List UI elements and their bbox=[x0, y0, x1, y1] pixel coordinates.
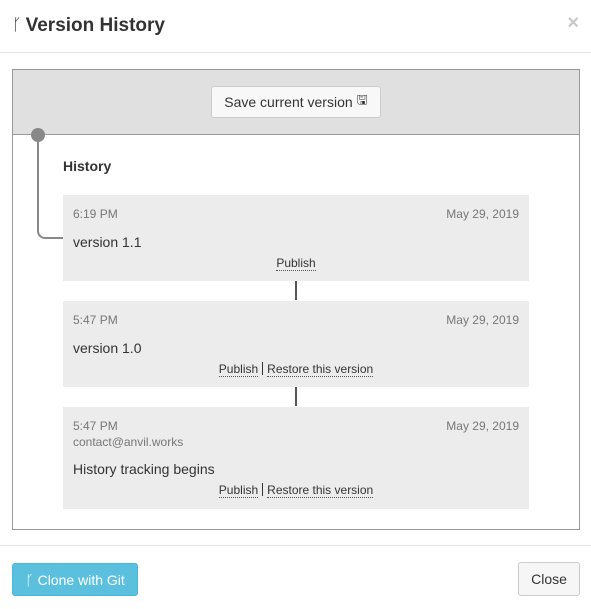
restore-version-link[interactable]: Restore this version bbox=[267, 483, 374, 498]
floppy-disk-icon: 🖫 bbox=[356, 92, 368, 107]
version-date: May 29, 2019 bbox=[446, 419, 519, 433]
close-button[interactable]: Close bbox=[518, 562, 580, 596]
git-branch-icon: ᚴ bbox=[25, 571, 34, 588]
restore-version-link[interactable]: Restore this version bbox=[267, 362, 374, 377]
version-time: 5:47 PM bbox=[73, 419, 118, 433]
version-date: May 29, 2019 bbox=[446, 207, 519, 221]
version-description: History tracking begins bbox=[73, 461, 215, 477]
action-separator bbox=[262, 483, 264, 496]
version-history-panel: Save current version 🖫 History 6:19 PM M… bbox=[12, 69, 580, 530]
version-date: May 29, 2019 bbox=[446, 313, 519, 327]
timeline-connector bbox=[295, 387, 297, 406]
version-actions: Publish bbox=[63, 256, 529, 271]
panel-toolbar: Save current version 🖫 bbox=[13, 70, 579, 135]
version-time: 5:47 PM bbox=[73, 313, 118, 327]
git-branch-icon: ᚴ bbox=[12, 17, 22, 34]
modal-title: ᚴ Version History bbox=[12, 15, 165, 37]
action-separator bbox=[262, 362, 264, 375]
close-icon[interactable]: × bbox=[567, 13, 579, 33]
clone-with-git-button[interactable]: ᚴ Clone with Git bbox=[12, 563, 138, 596]
publish-link[interactable]: Publish bbox=[276, 256, 316, 271]
version-actions: Publish Restore this version bbox=[63, 362, 529, 377]
modal-header: ᚴ Version History × bbox=[0, 0, 591, 53]
save-current-version-label: Save current version bbox=[224, 94, 353, 110]
version-actions: Publish Restore this version bbox=[63, 483, 529, 498]
version-description: version 1.1 bbox=[73, 234, 142, 250]
clone-with-git-label: Clone with Git bbox=[37, 571, 125, 588]
timeline-connector bbox=[295, 281, 297, 300]
history-heading: History bbox=[63, 158, 112, 174]
version-time: 6:19 PM bbox=[73, 207, 118, 221]
modal-footer: ᚴ Clone with Git Close bbox=[0, 545, 591, 609]
timeline-connector-line bbox=[37, 138, 63, 239]
publish-link[interactable]: Publish bbox=[218, 483, 259, 498]
save-current-version-button[interactable]: Save current version 🖫 bbox=[211, 86, 381, 118]
modal-title-text: Version History bbox=[25, 15, 165, 36]
version-card: 5:47 PM May 29, 2019 contact@anvil.works… bbox=[63, 407, 529, 509]
publish-link[interactable]: Publish bbox=[218, 362, 259, 377]
version-card: 6:19 PM May 29, 2019 version 1.1 Publish bbox=[63, 195, 529, 281]
version-card: 5:47 PM May 29, 2019 version 1.0 Publish… bbox=[63, 301, 529, 387]
version-description: version 1.0 bbox=[73, 340, 142, 356]
version-author: contact@anvil.works bbox=[73, 435, 184, 449]
